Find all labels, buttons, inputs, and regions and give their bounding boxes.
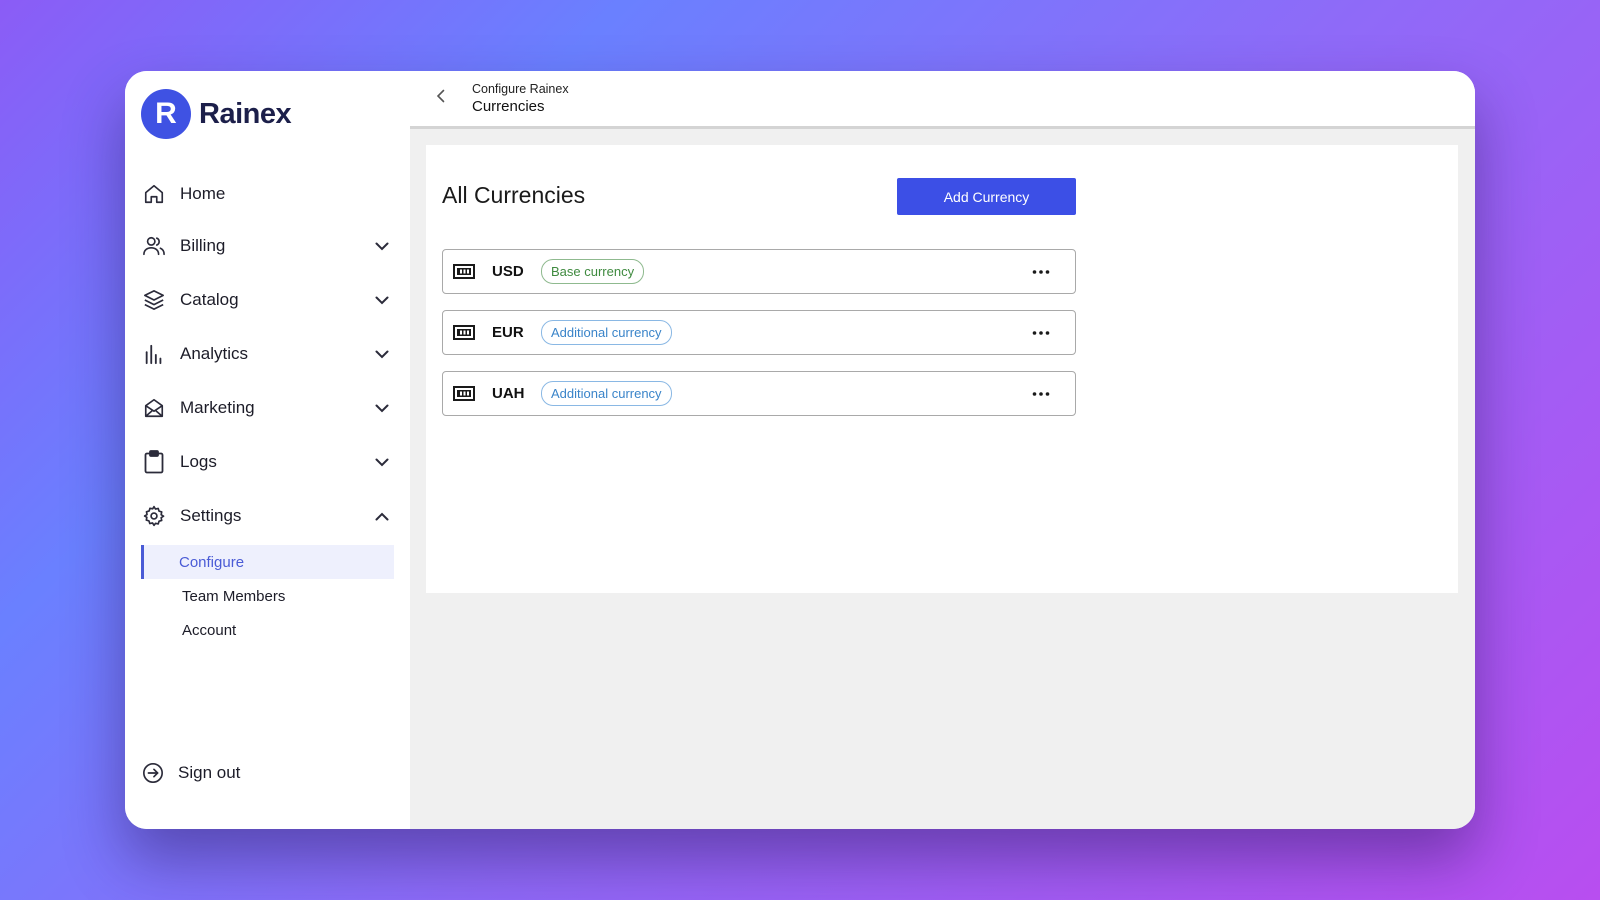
subnav-item-account[interactable]: Account [141,613,394,647]
logo[interactable]: R Rainex [141,89,292,139]
more-options-icon[interactable] [1029,323,1053,343]
clipboard-icon [142,450,166,474]
currency-row[interactable]: EUR Additional currency [442,310,1076,355]
currency-code: USD [492,263,524,280]
back-arrow-icon[interactable] [430,86,450,106]
sidebar-item-label: Home [180,184,226,203]
main-content: Configure Rainex Currencies All Currenci… [410,71,1475,829]
sign-out-label: Sign out [178,763,241,782]
currency-code: UAH [492,385,525,402]
sidebar-item-marketing[interactable]: Marketing [125,381,410,435]
banknote-icon [453,325,475,341]
currency-row[interactable]: UAH Additional currency [442,371,1076,416]
chevron-down-icon[interactable] [374,238,390,254]
currency-row[interactable]: USD Base currency [442,249,1076,294]
sidebar-item-catalog[interactable]: Catalog [125,273,410,327]
currency-list: USD Base currency EUR Additional currenc… [442,249,1076,432]
breadcrumb-parent[interactable]: Configure Rainex [472,82,569,96]
gear-icon [142,504,166,528]
mail-open-icon [142,396,166,420]
sidebar-item-logs[interactable]: Logs [125,435,410,489]
currencies-panel: All Currencies Add Currency USD Base cur… [426,145,1458,593]
sidebar-item-analytics[interactable]: Analytics [125,327,410,381]
chevron-down-icon[interactable] [374,346,390,362]
chevron-down-icon[interactable] [374,400,390,416]
add-currency-button[interactable]: Add Currency [897,178,1076,215]
sidebar-item-label: Billing [180,236,226,255]
users-icon [142,234,166,258]
sidebar-item-home[interactable]: Home [125,169,410,219]
sidebar-item-settings[interactable]: Settings [125,489,410,543]
sidebar-nav: Home Billing Catalog Analytics Marketing… [125,169,410,647]
logo-mark: R [141,89,191,139]
sidebar-item-label: Catalog [180,290,239,309]
sidebar-item-billing[interactable]: Billing [125,219,410,273]
sidebar: R Rainex Home Billing Catalog Analytics … [125,71,410,829]
chevron-down-icon[interactable] [374,292,390,308]
sign-out-icon [142,761,166,785]
brand-name: Rainex [199,97,292,130]
breadcrumb: Configure Rainex Currencies [472,82,569,115]
sign-out-button[interactable]: Sign out [142,761,240,785]
app-window: R Rainex Home Billing Catalog Analytics … [125,71,1475,829]
more-options-icon[interactable] [1029,262,1053,282]
banknote-icon [453,386,475,402]
sidebar-item-label: Analytics [180,344,249,363]
sidebar-item-label: Marketing [180,398,255,417]
more-options-icon[interactable] [1029,384,1053,404]
subnav-item-configure[interactable]: Configure [141,545,394,579]
currency-badge: Base currency [541,259,645,284]
subnav-item-team-members[interactable]: Team Members [141,579,394,613]
top-bar: Configure Rainex Currencies [410,71,1475,129]
sidebar-item-label: Settings [180,506,242,525]
page-title: Currencies [472,98,545,115]
section-title: All Currencies [442,182,586,208]
home-icon [142,182,166,206]
banknote-icon [453,264,475,280]
chevron-down-icon[interactable] [374,454,390,470]
layers-icon [142,288,166,312]
currency-badge: Additional currency [541,381,672,406]
chevron-up-icon[interactable] [374,508,390,524]
currency-code: EUR [492,324,524,341]
settings-subnav: Configure Team Members Account [125,545,410,647]
currency-badge: Additional currency [541,320,672,345]
sidebar-item-label: Logs [180,452,217,471]
bar-chart-icon [142,342,166,366]
